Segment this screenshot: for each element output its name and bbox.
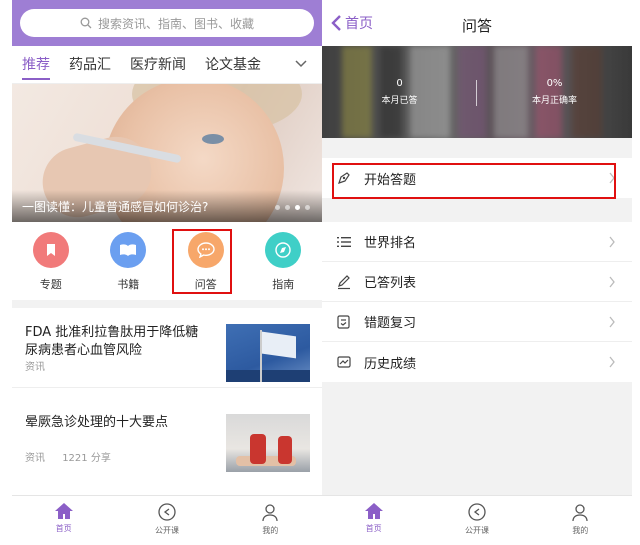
tabbar-label: 公开课 (154, 526, 179, 535)
section-divider (12, 300, 322, 308)
news-title: 晕厥急诊处理的十大要点 (25, 415, 169, 430)
shortcut-label: 专题 (39, 278, 62, 291)
page-title: 问答 (461, 17, 492, 35)
shortcut-label: 书籍 (117, 278, 140, 291)
tabbar-label: 公开课 (464, 526, 489, 535)
news-item[interactable]: 晕厥急诊处理的十大要点 资讯 1221 分享 (12, 398, 322, 478)
home-icon (54, 503, 73, 519)
search-header: 搜索资讯、指南、图书、收藏 (12, 0, 322, 46)
tabbar-label: 首页 (365, 524, 382, 533)
stat-label: 本月已答 (381, 96, 418, 106)
menu-label: 世界排名 (364, 236, 417, 251)
user-icon (572, 504, 588, 522)
menu-label: 历史成绩 (364, 356, 417, 372)
shortcut-label: 指南 (272, 278, 295, 291)
stat-value: 0 (396, 78, 403, 89)
highlight-box-qa (172, 229, 232, 294)
edit-pencil-icon (338, 274, 350, 289)
menu-world-ranking[interactable]: 世界排名 (322, 222, 632, 262)
banner-carousel[interactable]: 一图读懂：儿童普通感冒如何诊治? (12, 84, 322, 222)
news-category: 资讯 (25, 362, 45, 373)
news-meta: 资讯 (25, 358, 73, 373)
bookmark-icon (32, 232, 69, 268)
tab-papers-funds[interactable]: 论文基金 (205, 46, 261, 84)
shortcut-topics[interactable]: 专题 (12, 222, 90, 300)
stat-answered: 0 本月已答 (322, 78, 477, 106)
stat-label: 本月正确率 (531, 96, 577, 106)
tab-recommend[interactable]: 推荐 (22, 46, 50, 84)
tabbar-open-course[interactable]: 公开课 (115, 496, 218, 545)
tabbar-home[interactable]: 首页 (322, 496, 425, 545)
news-title: FDA 批准利拉鲁肽用于降低糖尿病患者心血管风险 (25, 325, 199, 358)
search-icon (80, 17, 92, 29)
nav-bar: 首页 问答 (322, 0, 632, 46)
chevron-right-icon (609, 236, 615, 248)
chevron-down-icon[interactable] (294, 59, 308, 69)
menu-label: 已答列表 (364, 276, 417, 291)
banner-caption: 一图读懂：儿童普通感冒如何诊治? (22, 200, 209, 214)
channel-tabs: 推荐 药品汇 医疗新闻 论文基金 (12, 46, 322, 84)
play-circle-icon (468, 503, 486, 521)
news-meta: 资讯 1221 分享 (25, 449, 125, 464)
menu-mistake-review[interactable]: 错题复习 (322, 302, 632, 342)
menu-answered-list[interactable]: 已答列表 (322, 262, 632, 302)
open-book-icon (110, 232, 147, 268)
news-thumbnail (226, 324, 310, 382)
news-shares: 1221 分享 (62, 453, 111, 464)
list-icon (337, 236, 351, 247)
search-input[interactable]: 搜索资讯、指南、图书、收藏 (20, 9, 314, 37)
shortcut-guides[interactable]: 指南 (245, 222, 323, 300)
menu-label: 错题复习 (364, 316, 417, 331)
chevron-right-icon (609, 356, 615, 368)
search-placeholder: 搜索资讯、指南、图书、收藏 (97, 16, 254, 31)
bottom-tabbar: 首页 公开课 我的 (322, 495, 632, 545)
menu-history-scores[interactable]: 历史成绩 (322, 342, 632, 382)
qa-screen: 首页 问答 0 本月已答 0% 本月正确率 开始答题 世界排名 已答列表 错题复… (322, 0, 632, 545)
chevron-right-icon (609, 276, 615, 288)
compass-icon (265, 232, 302, 268)
shortcut-books[interactable]: 书籍 (90, 222, 168, 300)
play-circle-icon (158, 503, 176, 521)
stat-value: 0% (546, 78, 563, 89)
home-icon (364, 503, 383, 519)
tabbar-label: 我的 (572, 526, 589, 535)
tab-drugs[interactable]: 药品汇 (69, 46, 111, 84)
chevron-right-icon (609, 316, 615, 328)
tabbar-home[interactable]: 首页 (12, 496, 115, 545)
home-screen: 搜索资讯、指南、图书、收藏 推荐 药品汇 医疗新闻 论文基金 一图读懂：儿童普通… (12, 0, 322, 545)
carousel-indicator (275, 205, 310, 210)
stats-banner: 0 本月已答 0% 本月正确率 (322, 46, 632, 138)
tabbar-open-course[interactable]: 公开课 (425, 496, 528, 545)
chart-box-icon (337, 356, 351, 368)
tabbar-profile[interactable]: 我的 (219, 496, 322, 545)
tabbar-label: 首页 (55, 524, 72, 533)
tabbar-label: 我的 (262, 526, 279, 535)
menu-list: 世界排名 已答列表 错题复习 历史成绩 (322, 222, 632, 382)
news-category: 资讯 (25, 453, 45, 464)
shortcut-row: 专题 书籍 问答 指南 (12, 222, 322, 300)
tab-medical-news[interactable]: 医疗新闻 (130, 46, 186, 84)
bottom-tabbar: 首页 公开课 我的 (12, 495, 322, 545)
stat-accuracy: 0% 本月正确率 (477, 78, 632, 106)
user-icon (262, 504, 278, 522)
tabbar-profile[interactable]: 我的 (529, 496, 632, 545)
highlight-box-start (332, 163, 616, 199)
review-doc-icon (337, 314, 350, 329)
news-item[interactable]: FDA 批准利拉鲁肽用于降低糖尿病患者心血管风险 资讯 (12, 308, 322, 388)
news-thumbnail (226, 414, 310, 472)
